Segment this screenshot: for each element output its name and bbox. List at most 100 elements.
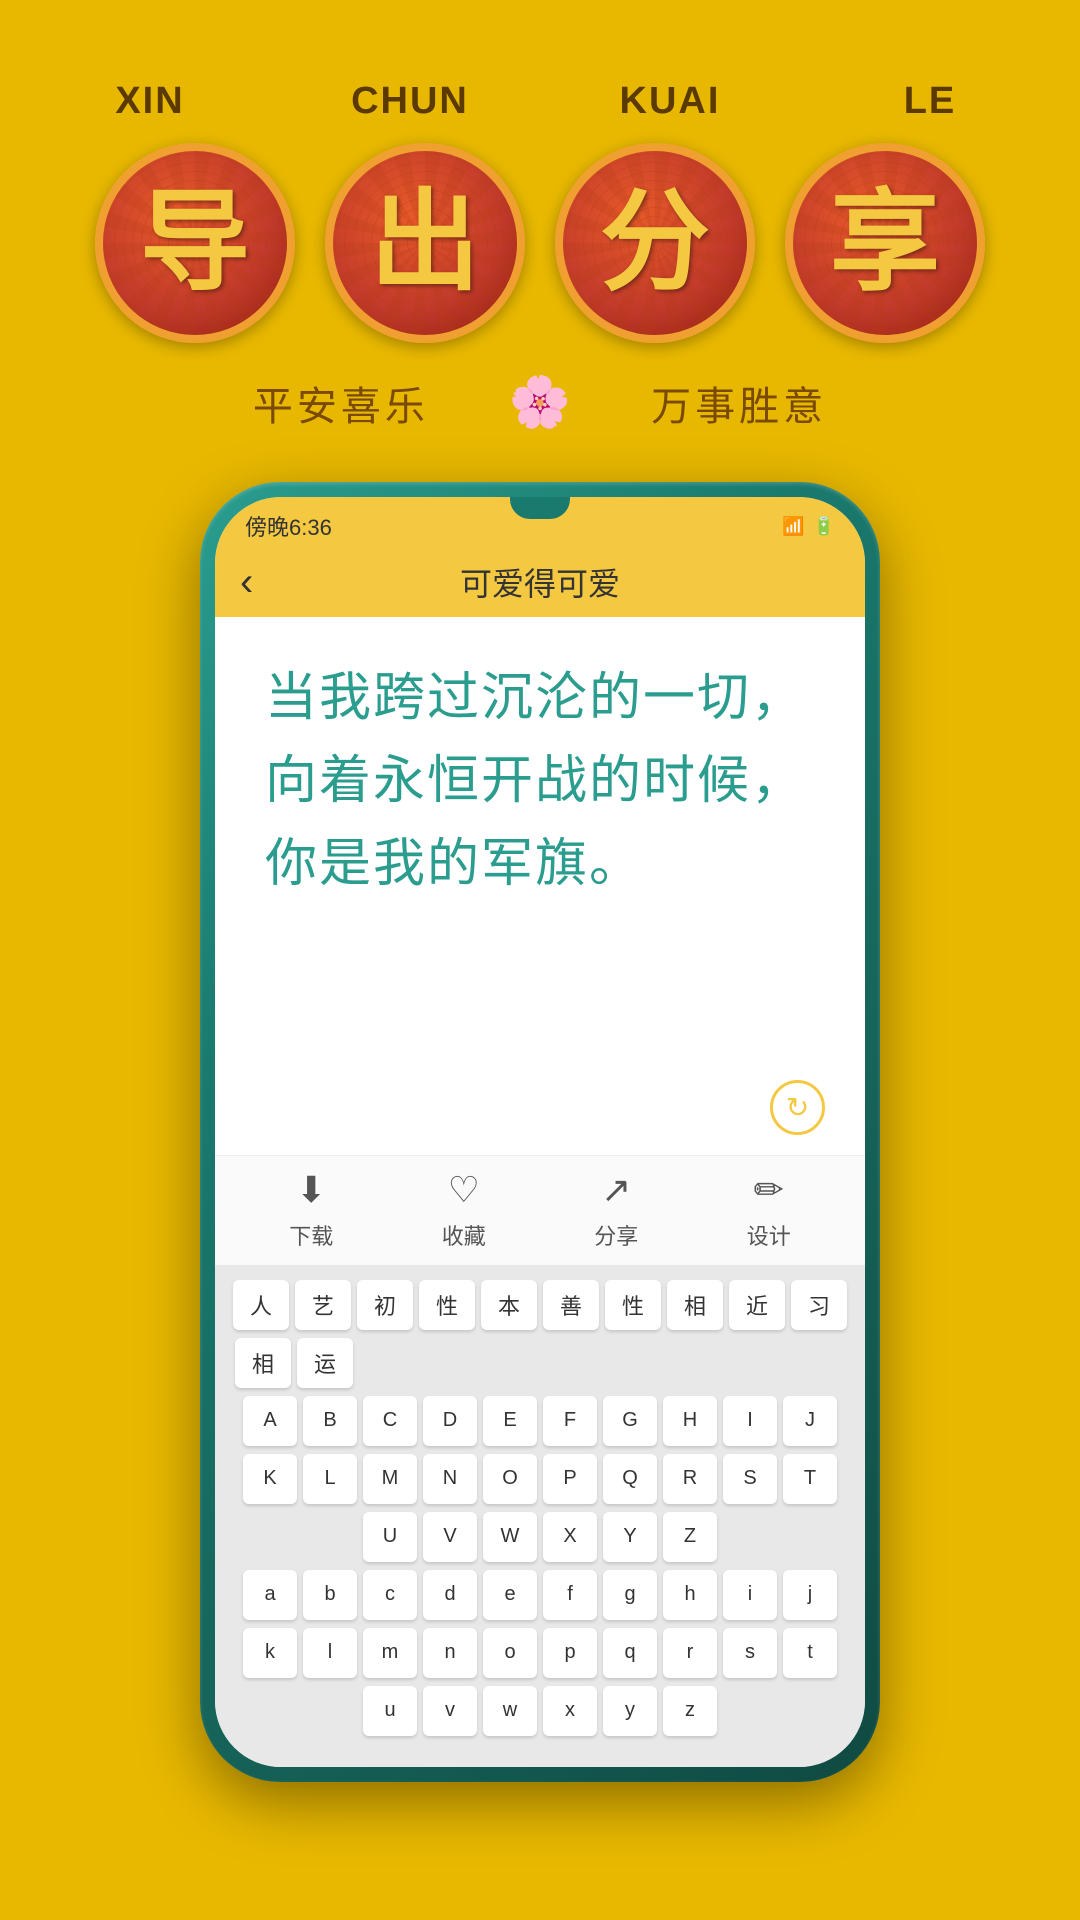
key-j[interactable]: j xyxy=(783,1570,837,1620)
key-b[interactable]: b xyxy=(303,1570,357,1620)
key-D[interactable]: D xyxy=(423,1396,477,1446)
download-action[interactable]: ⬇ 下载 xyxy=(289,1169,333,1251)
keyboard-row-chinese-1: 人 艺 初 性 本 善 性 相 近 习 xyxy=(225,1280,855,1330)
coin-fen[interactable]: 分 xyxy=(555,143,755,343)
key-c[interactable]: c xyxy=(363,1570,417,1620)
key-r[interactable]: r xyxy=(663,1628,717,1678)
key-xiang2[interactable]: 相 xyxy=(235,1338,291,1388)
key-Z[interactable]: Z xyxy=(663,1512,717,1562)
key-F[interactable]: F xyxy=(543,1396,597,1446)
key-f[interactable]: f xyxy=(543,1570,597,1620)
key-V[interactable]: V xyxy=(423,1512,477,1562)
key-o[interactable]: o xyxy=(483,1628,537,1678)
key-U[interactable]: U xyxy=(363,1512,417,1562)
key-I[interactable]: I xyxy=(723,1396,777,1446)
key-O[interactable]: O xyxy=(483,1454,537,1504)
key-m[interactable]: m xyxy=(363,1628,417,1678)
key-A[interactable]: A xyxy=(243,1396,297,1446)
key-l[interactable]: l xyxy=(303,1628,357,1678)
pinyin-xin: XIN xyxy=(50,80,250,123)
key-s[interactable]: s xyxy=(723,1628,777,1678)
keyboard-row-chinese-2: 相 运 xyxy=(225,1338,855,1388)
wifi-icon: 📶 xyxy=(782,516,804,537)
coin-chu[interactable]: 出 xyxy=(325,143,525,343)
key-K[interactable]: K xyxy=(243,1454,297,1504)
blessing-left: 平安喜乐 xyxy=(253,374,429,432)
phone-mockup: 傍晚6:36 📶 🔋 ‹ 可爱得可爱 当我跨过沉沦的一切，向着永恒开战的时候，你… xyxy=(200,482,880,1782)
key-J[interactable]: J xyxy=(783,1396,837,1446)
design-action[interactable]: ✏ 设计 xyxy=(747,1169,791,1251)
share-action[interactable]: ↗ 分享 xyxy=(594,1169,638,1251)
key-e[interactable]: e xyxy=(483,1570,537,1620)
key-k[interactable]: k xyxy=(243,1628,297,1678)
key-W[interactable]: W xyxy=(483,1512,537,1562)
key-N[interactable]: N xyxy=(423,1454,477,1504)
key-yun[interactable]: 运 xyxy=(297,1338,353,1388)
key-jin[interactable]: 近 xyxy=(729,1280,785,1330)
key-M[interactable]: M xyxy=(363,1454,417,1504)
app-header: ‹ 可爱得可爱 xyxy=(215,547,865,617)
key-G[interactable]: G xyxy=(603,1396,657,1446)
key-H[interactable]: H xyxy=(663,1396,717,1446)
key-ben[interactable]: 本 xyxy=(481,1280,537,1330)
back-button[interactable]: ‹ xyxy=(240,562,253,602)
refresh-button[interactable]: ↻ xyxy=(770,1080,825,1135)
keyboard-row-lower-3: u v w x y z xyxy=(225,1686,855,1736)
phone-screen: 傍晚6:36 📶 🔋 ‹ 可爱得可爱 当我跨过沉沦的一切，向着永恒开战的时候，你… xyxy=(215,497,865,1767)
key-Y[interactable]: Y xyxy=(603,1512,657,1562)
key-p[interactable]: p xyxy=(543,1628,597,1678)
key-v2[interactable]: v xyxy=(423,1686,477,1736)
phone-inner: 傍晚6:36 📶 🔋 ‹ 可爱得可爱 当我跨过沉沦的一切，向着永恒开战的时候，你… xyxy=(215,497,865,1767)
content-area: 当我跨过沉沦的一切，向着永恒开战的时候，你是我的军旗。 ↻ xyxy=(215,617,865,1155)
key-d[interactable]: d xyxy=(423,1570,477,1620)
key-xing1[interactable]: 性 xyxy=(419,1280,475,1330)
key-L[interactable]: L xyxy=(303,1454,357,1504)
key-R[interactable]: R xyxy=(663,1454,717,1504)
keyboard-row-alpha-2: K L M N O P Q R S T xyxy=(225,1454,855,1504)
pinyin-kuai: KUAI xyxy=(570,80,770,123)
download-label: 下载 xyxy=(289,1219,333,1251)
key-S[interactable]: S xyxy=(723,1454,777,1504)
key-Q[interactable]: Q xyxy=(603,1454,657,1504)
key-E[interactable]: E xyxy=(483,1396,537,1446)
key-z2[interactable]: z xyxy=(663,1686,717,1736)
key-xi[interactable]: 习 xyxy=(791,1280,847,1330)
key-yi[interactable]: 艺 xyxy=(295,1280,351,1330)
key-q[interactable]: q xyxy=(603,1628,657,1678)
key-x2[interactable]: x xyxy=(543,1686,597,1736)
key-u2[interactable]: u xyxy=(363,1686,417,1736)
key-X[interactable]: X xyxy=(543,1512,597,1562)
key-w2[interactable]: w xyxy=(483,1686,537,1736)
key-shan[interactable]: 善 xyxy=(543,1280,599,1330)
pencil-icon: ✏ xyxy=(754,1169,784,1211)
coin-dao[interactable]: 导 xyxy=(95,143,295,343)
coin-char-dao: 导 xyxy=(140,188,250,298)
key-C[interactable]: C xyxy=(363,1396,417,1446)
key-P[interactable]: P xyxy=(543,1454,597,1504)
key-chu[interactable]: 初 xyxy=(357,1280,413,1330)
key-g[interactable]: g xyxy=(603,1570,657,1620)
key-n[interactable]: n xyxy=(423,1628,477,1678)
phone-notch xyxy=(510,497,570,519)
key-xing2[interactable]: 性 xyxy=(605,1280,661,1330)
key-t[interactable]: t xyxy=(783,1628,837,1678)
top-section: XIN CHUN KUAI LE 导 出 分 享 平安喜乐 🌸 万事胜意 xyxy=(0,0,1080,482)
key-y2[interactable]: y xyxy=(603,1686,657,1736)
key-h[interactable]: h xyxy=(663,1570,717,1620)
share-icon: ↗ xyxy=(601,1169,631,1211)
main-text: 当我跨过沉沦的一切，向着永恒开战的时候，你是我的军旗。 xyxy=(265,657,815,907)
keyboard-row-alpha-1: A B C D E F G H I J xyxy=(225,1396,855,1446)
pinyin-row: XIN CHUN KUAI LE xyxy=(50,80,1030,123)
key-B[interactable]: B xyxy=(303,1396,357,1446)
coins-row: 导 出 分 享 xyxy=(95,143,985,343)
keyboard-section: 人 艺 初 性 本 善 性 相 近 习 相 运 xyxy=(215,1265,865,1768)
coin-char-fen: 分 xyxy=(600,188,710,298)
key-i[interactable]: i xyxy=(723,1570,777,1620)
coin-char-chu: 出 xyxy=(370,188,480,298)
key-xiang[interactable]: 相 xyxy=(667,1280,723,1330)
key-a[interactable]: a xyxy=(243,1570,297,1620)
key-T[interactable]: T xyxy=(783,1454,837,1504)
favorite-action[interactable]: ♡ 收藏 xyxy=(442,1169,486,1251)
key-ren[interactable]: 人 xyxy=(233,1280,289,1330)
coin-xiang[interactable]: 享 xyxy=(785,143,985,343)
